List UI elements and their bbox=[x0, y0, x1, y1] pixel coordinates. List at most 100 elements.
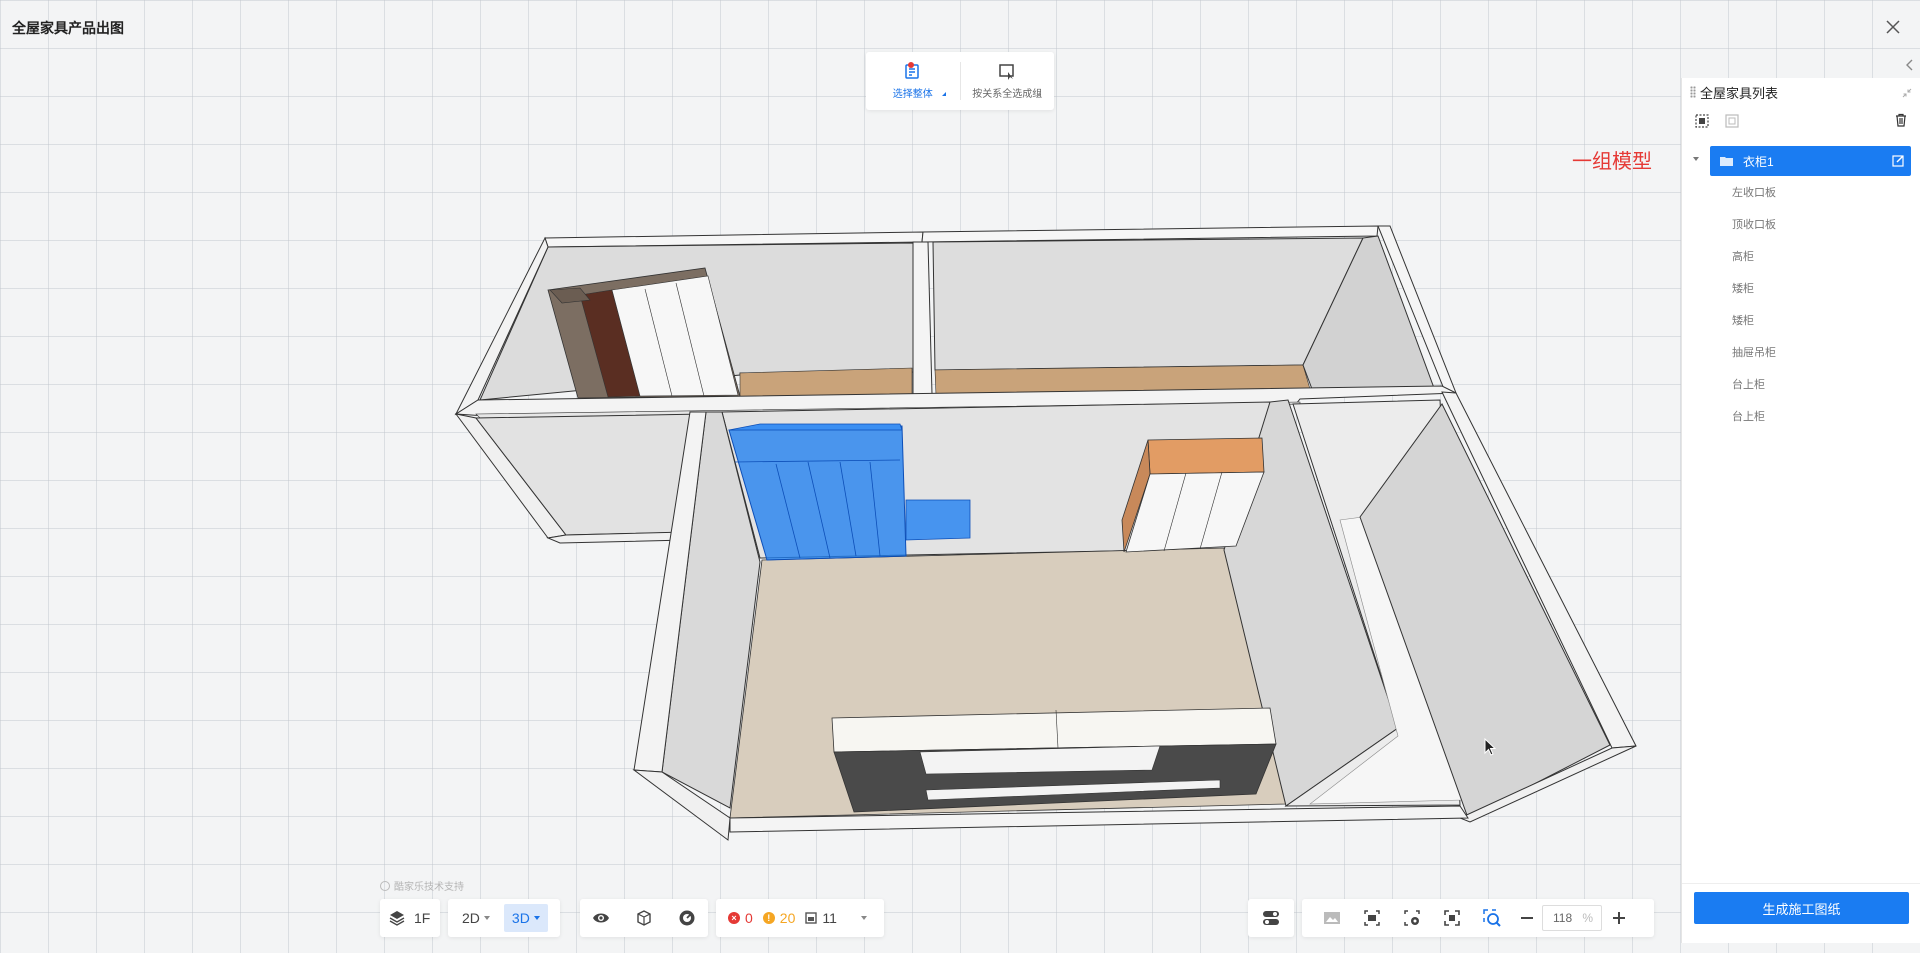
model-count-value: 11 bbox=[822, 910, 837, 926]
zoom-out-button[interactable] bbox=[1512, 904, 1542, 932]
furniture-tree: 衣柜1 左收口板 顶收口板 高柜 矮柜 矮柜 抽屉吊柜 台上柜 台上柜 bbox=[1682, 146, 1920, 432]
tree-item[interactable]: 高柜 bbox=[1682, 240, 1920, 272]
select-group-icon bbox=[999, 63, 1014, 80]
close-button[interactable] bbox=[1880, 14, 1906, 40]
warning-icon: ! bbox=[762, 912, 775, 924]
trash-icon bbox=[1896, 113, 1906, 127]
view-tools-group: 118 % bbox=[1302, 899, 1654, 937]
selection-toolbar: 选择整体 按关系全选成组 bbox=[866, 52, 1054, 110]
view-settings-button[interactable] bbox=[1392, 904, 1432, 932]
tree-item[interactable]: 矮柜 bbox=[1682, 304, 1920, 336]
status-group[interactable]: × 0 ! 20 11 bbox=[716, 899, 884, 937]
eye-icon bbox=[593, 913, 610, 923]
shrink-panel-button[interactable] bbox=[1902, 86, 1912, 101]
mouse-cursor-icon bbox=[1484, 738, 1497, 756]
group-icon bbox=[1725, 114, 1739, 128]
panel-header: 全屋家具列表 bbox=[1682, 78, 1920, 106]
view-2d-button[interactable]: 2D bbox=[454, 904, 498, 932]
edit-icon bbox=[1892, 155, 1904, 167]
zoom-unit: % bbox=[1582, 911, 1593, 925]
view-mode-group: 2D 3D bbox=[448, 899, 560, 937]
tool-select-group[interactable]: 按关系全选成组 bbox=[961, 52, 1055, 110]
select-all-button[interactable] bbox=[1694, 113, 1710, 129]
box-icon bbox=[805, 912, 818, 924]
view-settings-icon bbox=[1404, 910, 1420, 926]
notification-dot bbox=[908, 62, 914, 68]
view-2d-label: 2D bbox=[462, 910, 480, 926]
generate-drawings-button[interactable]: 生成施工图纸 bbox=[1694, 892, 1909, 924]
tool-select-whole-label: 选择整体 bbox=[892, 88, 933, 100]
model-count: 11 bbox=[805, 910, 837, 926]
zoom-region-button[interactable] bbox=[1472, 904, 1512, 932]
visibility-button[interactable] bbox=[592, 904, 610, 932]
chevron-down-icon[interactable] bbox=[860, 916, 867, 920]
tree-root-label: 衣柜1 bbox=[1743, 154, 1774, 169]
room-3d-model[interactable] bbox=[0, 0, 1920, 953]
tree-item[interactable]: 抽屉吊柜 bbox=[1682, 336, 1920, 368]
delete-button[interactable] bbox=[1894, 113, 1908, 132]
error-count-value: 0 bbox=[745, 910, 753, 926]
select-all-icon bbox=[1695, 114, 1709, 128]
error-icon: × bbox=[728, 912, 740, 924]
tool-select-whole[interactable]: 选择整体 bbox=[866, 52, 960, 110]
warning-count-value: 20 bbox=[779, 910, 796, 926]
zoom-in-button[interactable] bbox=[1602, 904, 1636, 932]
screenshot-button[interactable] bbox=[1312, 904, 1352, 932]
support-text: 酷家乐技术支持 bbox=[394, 882, 464, 893]
region-icon bbox=[1364, 910, 1380, 926]
folder-icon bbox=[1720, 157, 1733, 166]
chevron-left-icon bbox=[1906, 59, 1913, 71]
shrink-icon bbox=[1902, 88, 1912, 98]
tree-item[interactable]: 台上柜 bbox=[1682, 400, 1920, 432]
warning-count: ! 20 bbox=[762, 910, 796, 926]
floor-selector[interactable]: 1F bbox=[388, 904, 430, 932]
region-capture-button[interactable] bbox=[1352, 904, 1392, 932]
floor-label: 1F bbox=[414, 910, 431, 926]
tree-item[interactable]: 矮柜 bbox=[1682, 272, 1920, 304]
view-3d-button[interactable]: 3D bbox=[503, 904, 548, 932]
app-title: 全屋家具产品出图 bbox=[12, 20, 124, 36]
corner-indicator-icon bbox=[1036, 92, 1040, 96]
zoom-input[interactable]: 118 % bbox=[1542, 905, 1602, 931]
collapse-panel-button[interactable] bbox=[1902, 56, 1916, 74]
settings-toggle-button[interactable] bbox=[1262, 904, 1280, 932]
render-button[interactable] bbox=[678, 904, 696, 932]
cube-icon bbox=[637, 910, 651, 926]
dial-icon bbox=[679, 910, 695, 926]
zoom-region-icon bbox=[1483, 909, 1501, 927]
furniture-list-panel: 全屋家具列表 衣柜1 左收口板 顶收口板 高柜 矮柜 矮柜 抽屉吊柜 台上柜 台… bbox=[1681, 78, 1920, 943]
minus-icon bbox=[1521, 917, 1533, 919]
info-icon bbox=[380, 880, 390, 891]
dropdown-arrow-icon bbox=[483, 916, 490, 920]
panel-footer: 生成施工图纸 bbox=[1682, 883, 1920, 943]
tree-item[interactable]: 台上柜 bbox=[1682, 368, 1920, 400]
drag-handle-icon[interactable] bbox=[1690, 86, 1696, 98]
image-icon bbox=[1324, 912, 1340, 924]
plus-icon bbox=[1613, 912, 1625, 924]
group-button[interactable] bbox=[1724, 113, 1740, 129]
layers-icon bbox=[389, 911, 405, 926]
panel-title: 全屋家具列表 bbox=[1700, 85, 1779, 101]
tree-item[interactable]: 顶收口板 bbox=[1682, 208, 1920, 240]
toggle-group bbox=[1248, 899, 1294, 937]
error-count: × 0 bbox=[728, 910, 753, 926]
tree-item[interactable]: 左收口板 bbox=[1682, 176, 1920, 208]
toggle-icon bbox=[1263, 911, 1279, 925]
support-note: 酷家乐技术支持 bbox=[380, 878, 464, 893]
material-button[interactable] bbox=[635, 904, 653, 932]
dropdown-arrow-icon bbox=[533, 916, 540, 920]
view-3d-label: 3D bbox=[511, 910, 530, 926]
annotation-label: 一组模型 bbox=[1572, 149, 1652, 173]
edit-button[interactable] bbox=[1892, 154, 1905, 170]
display-group bbox=[580, 899, 708, 937]
close-icon bbox=[1886, 20, 1900, 34]
tool-select-group-label: 按关系全选成组 bbox=[972, 88, 1043, 100]
corner-indicator-icon bbox=[941, 92, 946, 96]
fit-view-button[interactable] bbox=[1432, 904, 1472, 932]
tree-item-root[interactable]: 衣柜1 bbox=[1693, 146, 1911, 176]
panel-tools bbox=[1682, 106, 1920, 136]
zoom-value: 118 bbox=[1553, 911, 1573, 925]
focus-icon bbox=[1444, 910, 1460, 926]
expand-arrow-icon[interactable] bbox=[1693, 157, 1699, 161]
floor-group: 1F bbox=[380, 899, 440, 937]
